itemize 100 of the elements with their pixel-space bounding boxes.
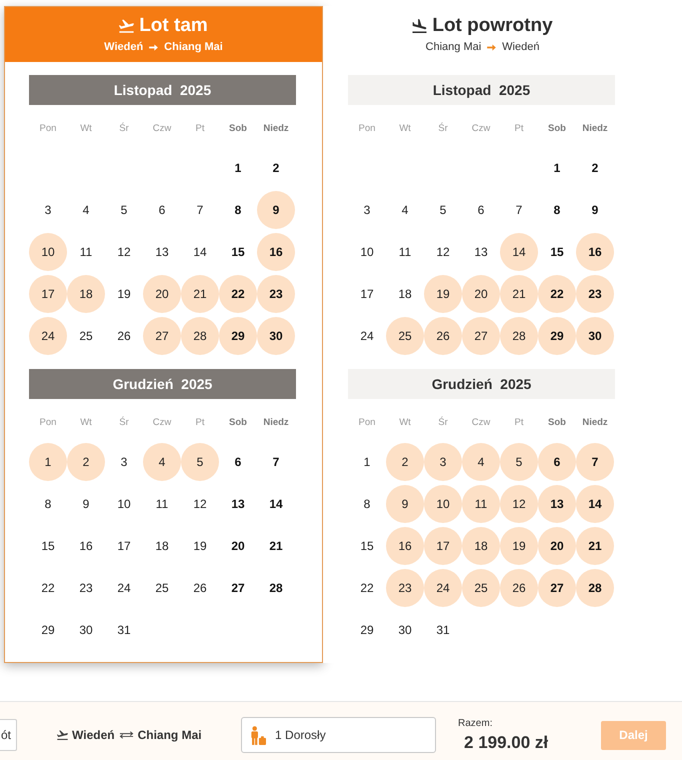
calendar-day: 30	[398, 623, 412, 637]
calendar-day[interactable]: 20	[462, 275, 500, 313]
calendar-day[interactable]: 16	[257, 233, 295, 271]
weekday-label: Śr	[119, 123, 129, 135]
calendar-day[interactable]: 3	[424, 443, 462, 481]
calendar-day: 11	[398, 245, 412, 259]
calendar-day[interactable]: 13	[538, 485, 576, 523]
calendar-day[interactable]: 23	[386, 569, 424, 607]
weekday-label: Wt	[399, 417, 411, 429]
calendar-day: 15	[550, 245, 564, 259]
calendar-day[interactable]: 27	[462, 317, 500, 355]
calendar-day[interactable]: 29	[538, 317, 576, 355]
calendar-day[interactable]: 27	[538, 569, 576, 607]
calendar-day[interactable]: 6	[538, 443, 576, 481]
weekday-label: Niedz	[582, 123, 608, 135]
month-header: Grudzień 2025	[29, 369, 296, 399]
calendar-day[interactable]: 29	[219, 317, 257, 355]
panel-title[interactable]: Lot powrotny	[412, 14, 553, 38]
calendar-day: 4	[82, 203, 90, 217]
calendar-day[interactable]: 27	[143, 317, 181, 355]
calendar-day[interactable]: 24	[29, 317, 67, 355]
calendar-day[interactable]: 18	[67, 275, 105, 313]
calendar-day[interactable]: 16	[576, 233, 614, 271]
calendar-day[interactable]: 26	[500, 569, 538, 607]
calendar-day[interactable]: 23	[576, 275, 614, 313]
weekday-label: Śr	[438, 123, 448, 135]
calendar-day: 31	[117, 623, 131, 637]
calendar-day[interactable]: 14	[576, 485, 614, 523]
calendar-day[interactable]: 7	[576, 443, 614, 481]
calendar-day[interactable]: 4	[462, 443, 500, 481]
calendar-day[interactable]: 20	[143, 275, 181, 313]
calendar-day[interactable]: 1	[29, 443, 67, 481]
calendar-day[interactable]: 28	[576, 569, 614, 607]
calendar-day[interactable]: 17	[424, 527, 462, 565]
route-origin: Wiedeń	[72, 728, 115, 742]
calendar-day: 7	[196, 203, 204, 217]
calendar-day: 12	[193, 497, 207, 511]
calendar-day: 8	[554, 203, 560, 217]
calendar-day[interactable]: 11	[462, 485, 500, 523]
calendar-day: 22	[360, 581, 374, 595]
calendar-day[interactable]: 10	[424, 485, 462, 523]
calendar-day[interactable]: 21	[576, 527, 614, 565]
calendar-day: 20	[231, 539, 245, 553]
swap-arrows-icon	[118, 731, 134, 739]
calendar-day[interactable]: 14	[500, 233, 538, 271]
calendar-day: 8	[234, 203, 242, 217]
calendar-day: 11	[80, 245, 92, 259]
calendar-day[interactable]: 30	[576, 317, 614, 355]
calendar-day: 8	[44, 497, 52, 511]
calendar-day: 10	[360, 245, 374, 259]
weekday-label: Czw	[472, 123, 490, 135]
calendar-day[interactable]: 28	[500, 317, 538, 355]
calendar-day[interactable]: 18	[462, 527, 500, 565]
calendar-day: 13	[231, 497, 245, 511]
calendar-day: 29	[360, 623, 374, 637]
calendar-day[interactable]: 12	[500, 485, 538, 523]
calendar-day: 11	[156, 497, 168, 511]
calendar-day: 24	[117, 581, 131, 595]
calendar-day[interactable]: 4	[143, 443, 181, 481]
passenger-field[interactable]: 1 Dorosły	[241, 717, 436, 753]
calendar-day: 27	[231, 581, 245, 595]
calendar-day[interactable]: 25	[386, 317, 424, 355]
calendar-day[interactable]: 16	[386, 527, 424, 565]
calendar-day[interactable]: 24	[424, 569, 462, 607]
calendar-day[interactable]: 23	[257, 275, 295, 313]
calendar-day: 13	[474, 245, 488, 259]
calendar-day[interactable]: 20	[538, 527, 576, 565]
calendar-day: 2	[592, 161, 598, 175]
calendar-day: 10	[117, 497, 131, 511]
total-label: Razem:	[458, 718, 492, 730]
calendar-day[interactable]: 21	[500, 275, 538, 313]
calendar-day: 23	[79, 581, 93, 595]
calendar-day: 3	[120, 455, 128, 469]
person-with-luggage-icon	[249, 726, 266, 744]
calendar-day[interactable]: 28	[181, 317, 219, 355]
calendar-day[interactable]: 2	[67, 443, 105, 481]
calendar-day[interactable]: 22	[219, 275, 257, 313]
calendar-day[interactable]: 19	[500, 527, 538, 565]
weekday-label: Czw	[152, 417, 172, 429]
calendar-day[interactable]: 5	[181, 443, 219, 481]
calendar-day[interactable]: 30	[257, 317, 295, 355]
weekday-label: Pt	[514, 417, 524, 429]
calendar-day[interactable]: 25	[462, 569, 500, 607]
calendar-day[interactable]: 9	[257, 191, 295, 229]
route-destination: Chiang Mai	[164, 40, 223, 54]
calendar-day[interactable]: 17	[29, 275, 67, 313]
calendar-day[interactable]: 26	[424, 317, 462, 355]
weekday-label: Pon	[40, 417, 56, 429]
calendar-day[interactable]: 10	[29, 233, 67, 271]
calendar-day[interactable]: 19	[424, 275, 462, 313]
calendar-day: 7	[516, 203, 522, 217]
back-button[interactable]: ót	[0, 719, 18, 751]
calendar-day[interactable]: 9	[386, 485, 424, 523]
calendar-day: 9	[82, 497, 90, 511]
weekday-label: Niedz	[263, 123, 289, 135]
calendar-day[interactable]: 2	[386, 443, 424, 481]
calendar-day[interactable]: 22	[538, 275, 576, 313]
calendar-day[interactable]: 5	[500, 443, 538, 481]
calendar-day: 26	[193, 581, 207, 595]
calendar-day[interactable]: 21	[181, 275, 219, 313]
